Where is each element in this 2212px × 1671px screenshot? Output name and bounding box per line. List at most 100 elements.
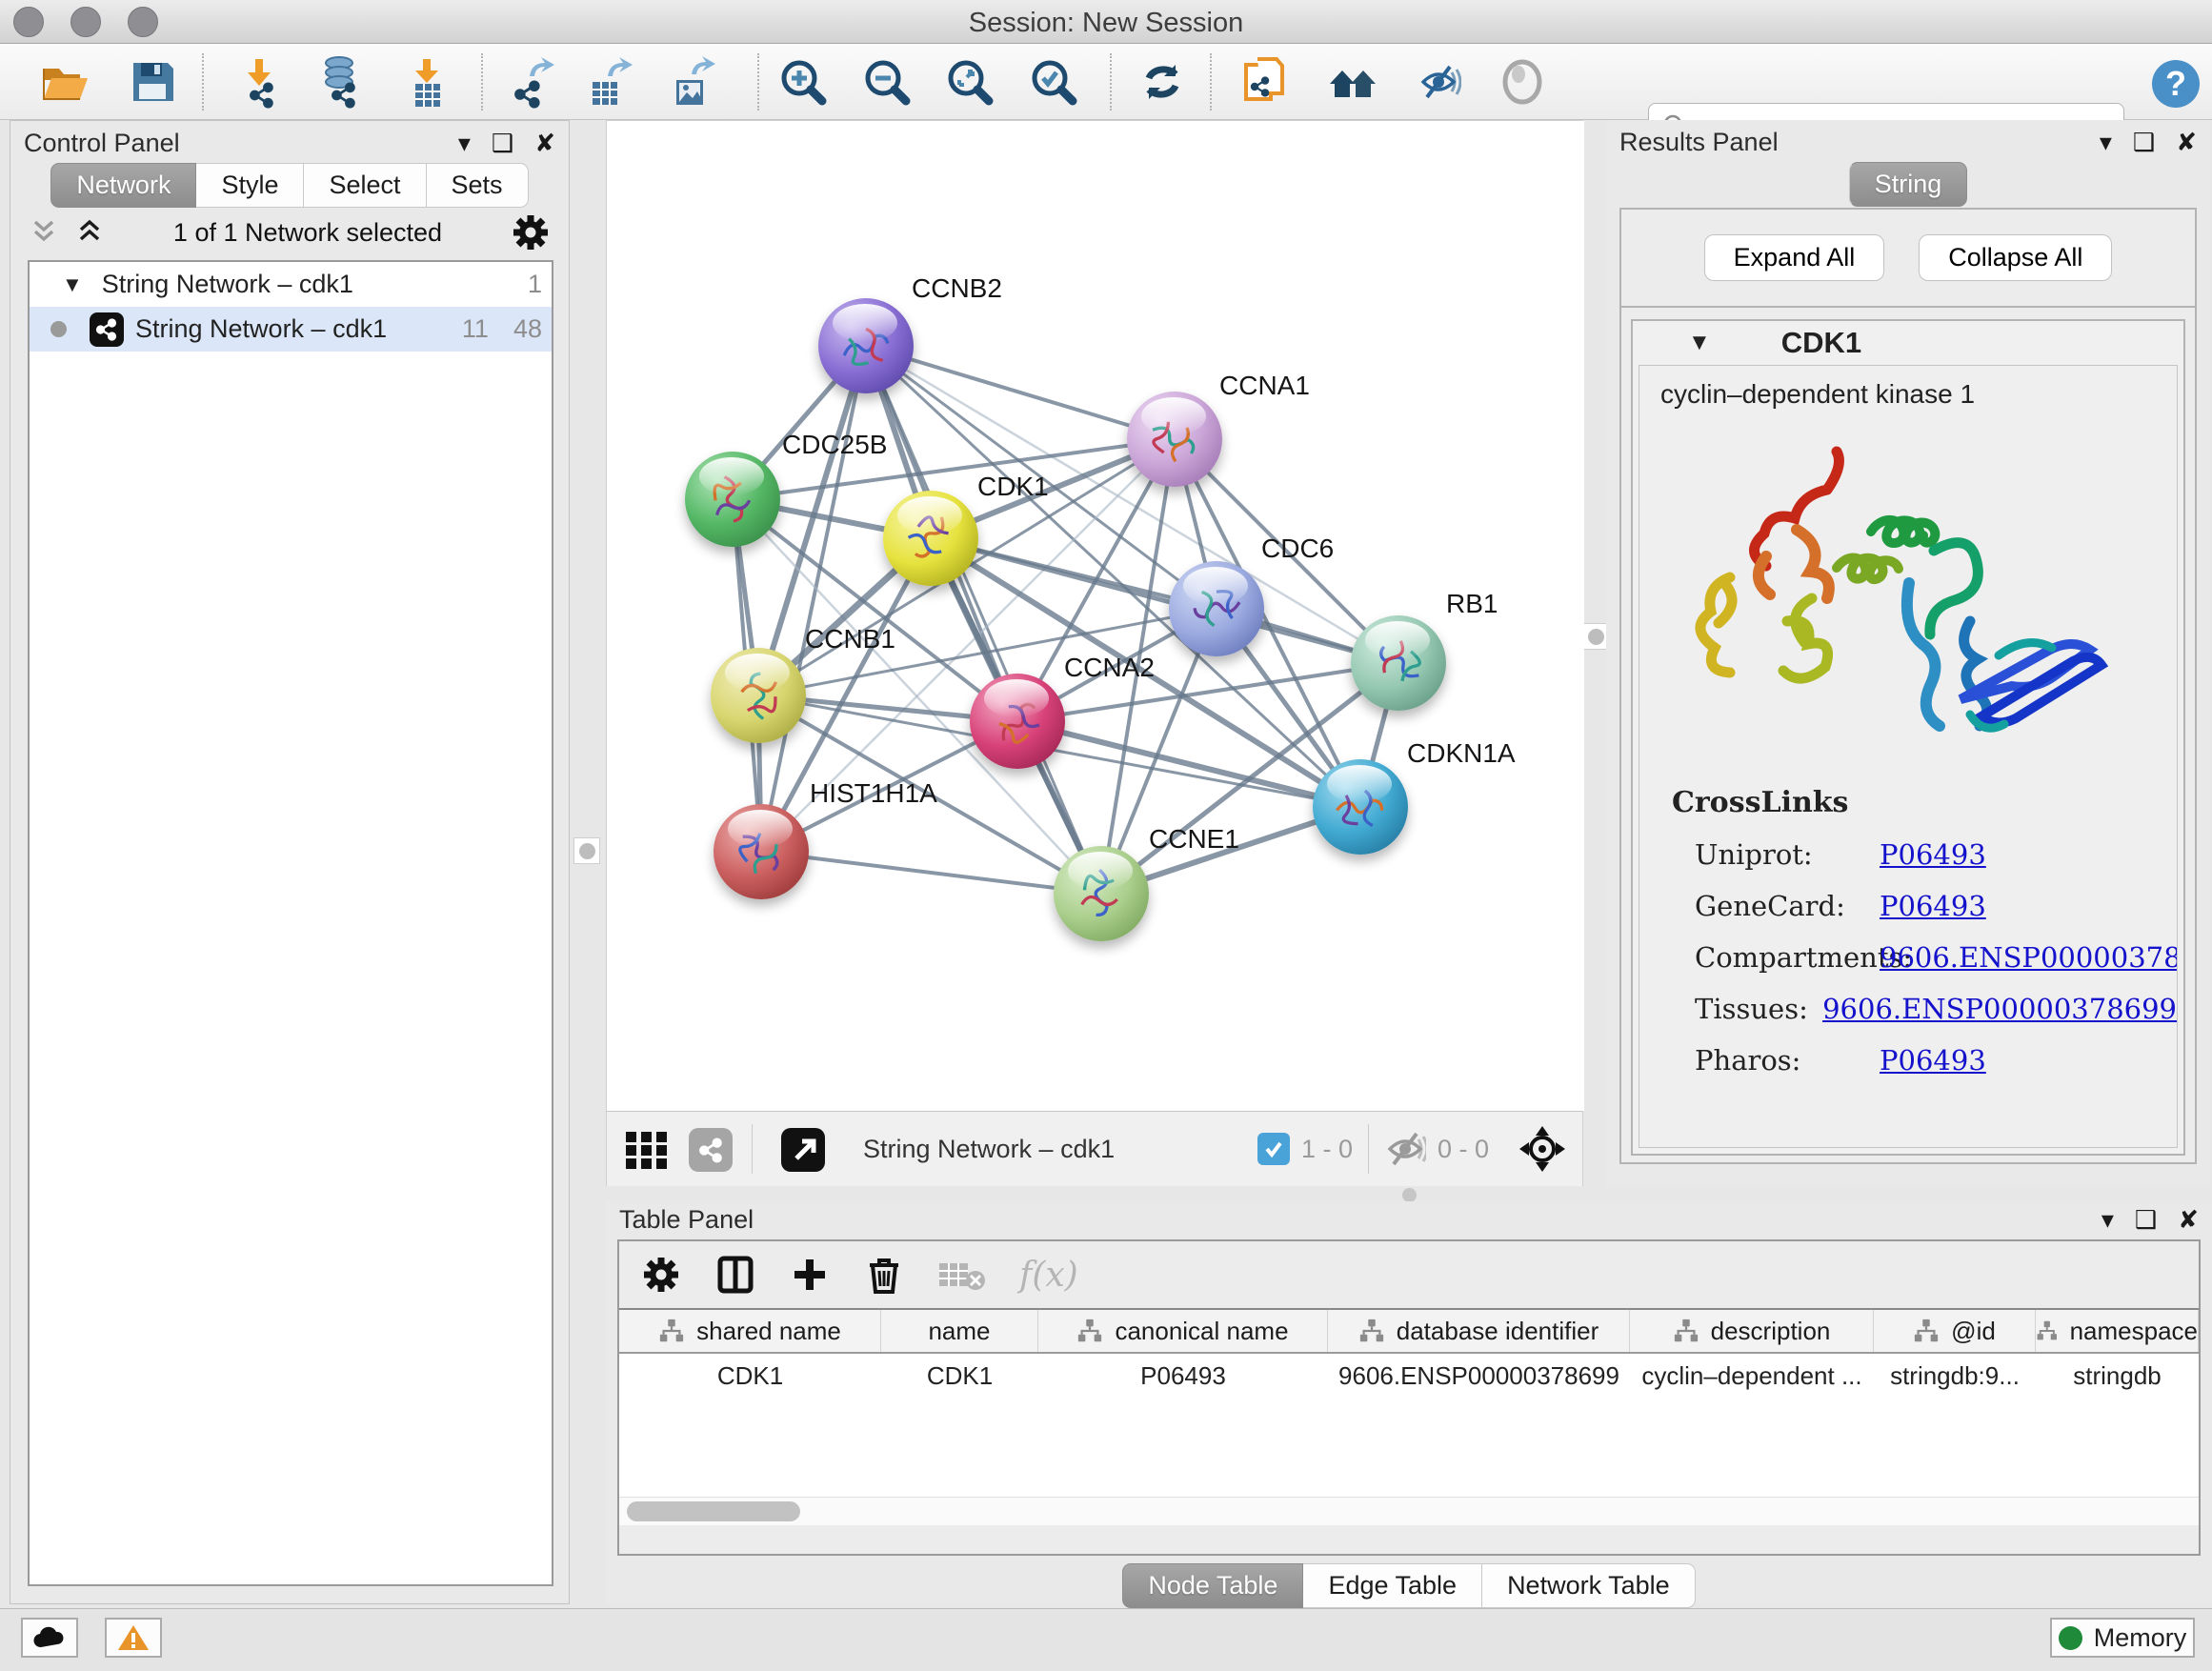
network-node-cdk1[interactable] <box>883 491 978 586</box>
table-cell[interactable]: stringdb <box>2036 1354 2199 1398</box>
import-table-icon[interactable] <box>400 55 453 109</box>
crosslink-value-link[interactable]: 9606.ENSP00000378699 <box>1880 941 2178 974</box>
network-node-ccnb1[interactable] <box>711 648 806 743</box>
show-columns-icon[interactable] <box>714 1254 756 1296</box>
network-node-rb1[interactable] <box>1351 615 1446 711</box>
column-header-namespace[interactable]: namespace <box>2036 1310 2199 1352</box>
horizontal-splitter[interactable] <box>606 1188 2212 1201</box>
left-splitter-handle[interactable] <box>573 837 600 864</box>
crosslink-value-link[interactable]: P06493 <box>1880 890 1986 922</box>
tab-node-table[interactable]: Node Table <box>1122 1563 1303 1608</box>
table-cell[interactable]: stringdb:9... <box>1874 1354 2036 1398</box>
collapse-all-tree-icon[interactable] <box>73 216 106 249</box>
column-header-canonical-name[interactable]: canonical name <box>1038 1310 1328 1352</box>
network-node-cdc6[interactable] <box>1169 561 1264 656</box>
memory-button[interactable]: Memory <box>2050 1618 2195 1658</box>
tab-edge-table[interactable]: Edge Table <box>1303 1563 1482 1608</box>
delete-column-icon[interactable] <box>863 1254 905 1296</box>
toolbar-separator <box>481 53 483 111</box>
tab-network-table[interactable]: Network Table <box>1482 1563 1696 1608</box>
save-session-icon[interactable] <box>126 55 179 109</box>
close-panel-icon[interactable]: ✘ <box>534 131 555 155</box>
crosslink-value-link[interactable]: P06493 <box>1880 838 1986 871</box>
network-canvas[interactable]: CCNB2CCNA1CDC25BCDK1CDC6RB1CCNB1CCNA2CDK… <box>607 121 1584 1111</box>
warnings-button[interactable] <box>105 1618 162 1658</box>
column-header-description[interactable]: description <box>1630 1310 1874 1352</box>
zoom-in-icon[interactable] <box>776 55 830 109</box>
collapse-all-button[interactable]: Collapse All <box>1919 234 2112 281</box>
tab-network[interactable]: Network <box>50 163 196 208</box>
network-options-gear-icon[interactable] <box>510 211 552 253</box>
add-column-icon[interactable] <box>789 1254 831 1296</box>
network-edge[interactable] <box>761 852 1101 894</box>
crosslink-value-link[interactable]: 9606.ENSP00000378699 <box>1822 993 2177 1025</box>
right-splitter-handle[interactable] <box>1582 623 1609 650</box>
column-header-name[interactable]: name <box>881 1310 1038 1352</box>
external-link-icon[interactable] <box>779 1124 829 1174</box>
panel-menu-icon[interactable]: ▾ <box>2100 130 2112 154</box>
expand-all-button[interactable]: Expand All <box>1704 234 1885 281</box>
column-header-database-identifier[interactable]: database identifier <box>1328 1310 1630 1352</box>
hide-eye-icon[interactable] <box>1412 55 1465 109</box>
network-node-ccna1[interactable] <box>1127 392 1222 487</box>
network-node-ccna2[interactable] <box>970 674 1065 769</box>
protein-ribbon-thumbnail <box>895 502 967 574</box>
gene-expander-icon[interactable]: ▼ <box>1688 330 1711 356</box>
table-cell[interactable]: CDK1 <box>619 1354 881 1398</box>
splitter-handle-dot[interactable] <box>1402 1188 1417 1202</box>
import-network-database-icon[interactable] <box>314 55 368 109</box>
open-session-icon[interactable] <box>38 55 91 109</box>
column-header-shared-name[interactable]: shared name <box>619 1310 881 1352</box>
string-results: Expand All Collapse All ▼ CDK1 cyclin–de… <box>1619 208 2197 1164</box>
tab-style[interactable]: Style <box>196 163 304 208</box>
network-share-icon[interactable] <box>687 1124 736 1174</box>
crosslink-value-link[interactable]: P06493 <box>1880 1044 1986 1077</box>
crosshair-icon[interactable] <box>1518 1124 1567 1174</box>
zoom-fit-icon[interactable] <box>943 55 996 109</box>
table-options-gear-icon[interactable] <box>640 1254 682 1296</box>
network-node-cdc25b[interactable] <box>685 452 780 547</box>
close-panel-icon[interactable]: ✘ <box>2178 1207 2199 1232</box>
cloud-button[interactable] <box>21 1618 78 1658</box>
network-node-cdkn1a[interactable] <box>1313 759 1408 855</box>
homes-icon[interactable] <box>1326 55 1379 109</box>
export-network-icon[interactable] <box>505 55 558 109</box>
network-node-ccnb2[interactable] <box>818 298 914 393</box>
table-cell[interactable]: 9606.ENSP00000378699 <box>1328 1354 1630 1398</box>
selected-checkbox-icon[interactable] <box>1257 1133 1290 1165</box>
help-icon[interactable]: ? <box>2149 57 2202 111</box>
refresh-icon[interactable] <box>1136 55 1189 109</box>
panel-menu-icon[interactable]: ▾ <box>2101 1207 2114 1232</box>
zoom-selected-icon[interactable] <box>1027 55 1080 109</box>
network-edge[interactable] <box>761 346 866 852</box>
export-image-icon[interactable] <box>667 55 720 109</box>
scrollbar-thumb[interactable] <box>627 1501 800 1521</box>
table-cell[interactable]: P06493 <box>1038 1354 1328 1398</box>
network-collection-row[interactable]: ▼ String Network – cdk1 1 <box>30 262 552 307</box>
table-horizontal-scrollbar[interactable] <box>619 1497 2199 1525</box>
network-node-hist1h1a[interactable] <box>714 804 809 899</box>
float-panel-icon[interactable]: ❑ <box>2133 130 2155 154</box>
table-cell[interactable]: CDK1 <box>881 1354 1038 1398</box>
panel-menu-icon[interactable]: ▾ <box>458 131 471 155</box>
zoom-out-icon[interactable] <box>860 55 914 109</box>
import-network-file-icon[interactable] <box>234 55 288 109</box>
tab-sets[interactable]: Sets <box>427 163 529 208</box>
preview-eye-icon[interactable] <box>1496 55 1549 109</box>
network-node-ccne1[interactable] <box>1054 846 1149 941</box>
float-panel-icon[interactable]: ❑ <box>492 131 513 155</box>
table-tabs: Node TableEdge TableNetwork Table <box>606 1563 2212 1608</box>
close-panel-icon[interactable]: ✘ <box>2176 130 2197 154</box>
table-cell[interactable]: cyclin–dependent ... <box>1630 1354 1874 1398</box>
collection-expander-icon[interactable]: ▼ <box>62 272 83 297</box>
export-table-icon[interactable] <box>583 55 636 109</box>
network-row[interactable]: String Network – cdk1 11 48 <box>30 307 552 352</box>
expand-all-tree-icon[interactable] <box>28 216 60 249</box>
birdseye-grid-icon[interactable] <box>622 1124 672 1174</box>
tab-select[interactable]: Select <box>304 163 426 208</box>
tab-string[interactable]: String <box>1849 162 1968 207</box>
clone-network-icon[interactable] <box>1238 55 1292 109</box>
control-panel: Control Panel ▾ ❑ ✘ NetworkStyleSelectSe… <box>10 120 570 1604</box>
column-header--id[interactable]: @id <box>1874 1310 2036 1352</box>
float-panel-icon[interactable]: ❑ <box>2135 1207 2157 1232</box>
